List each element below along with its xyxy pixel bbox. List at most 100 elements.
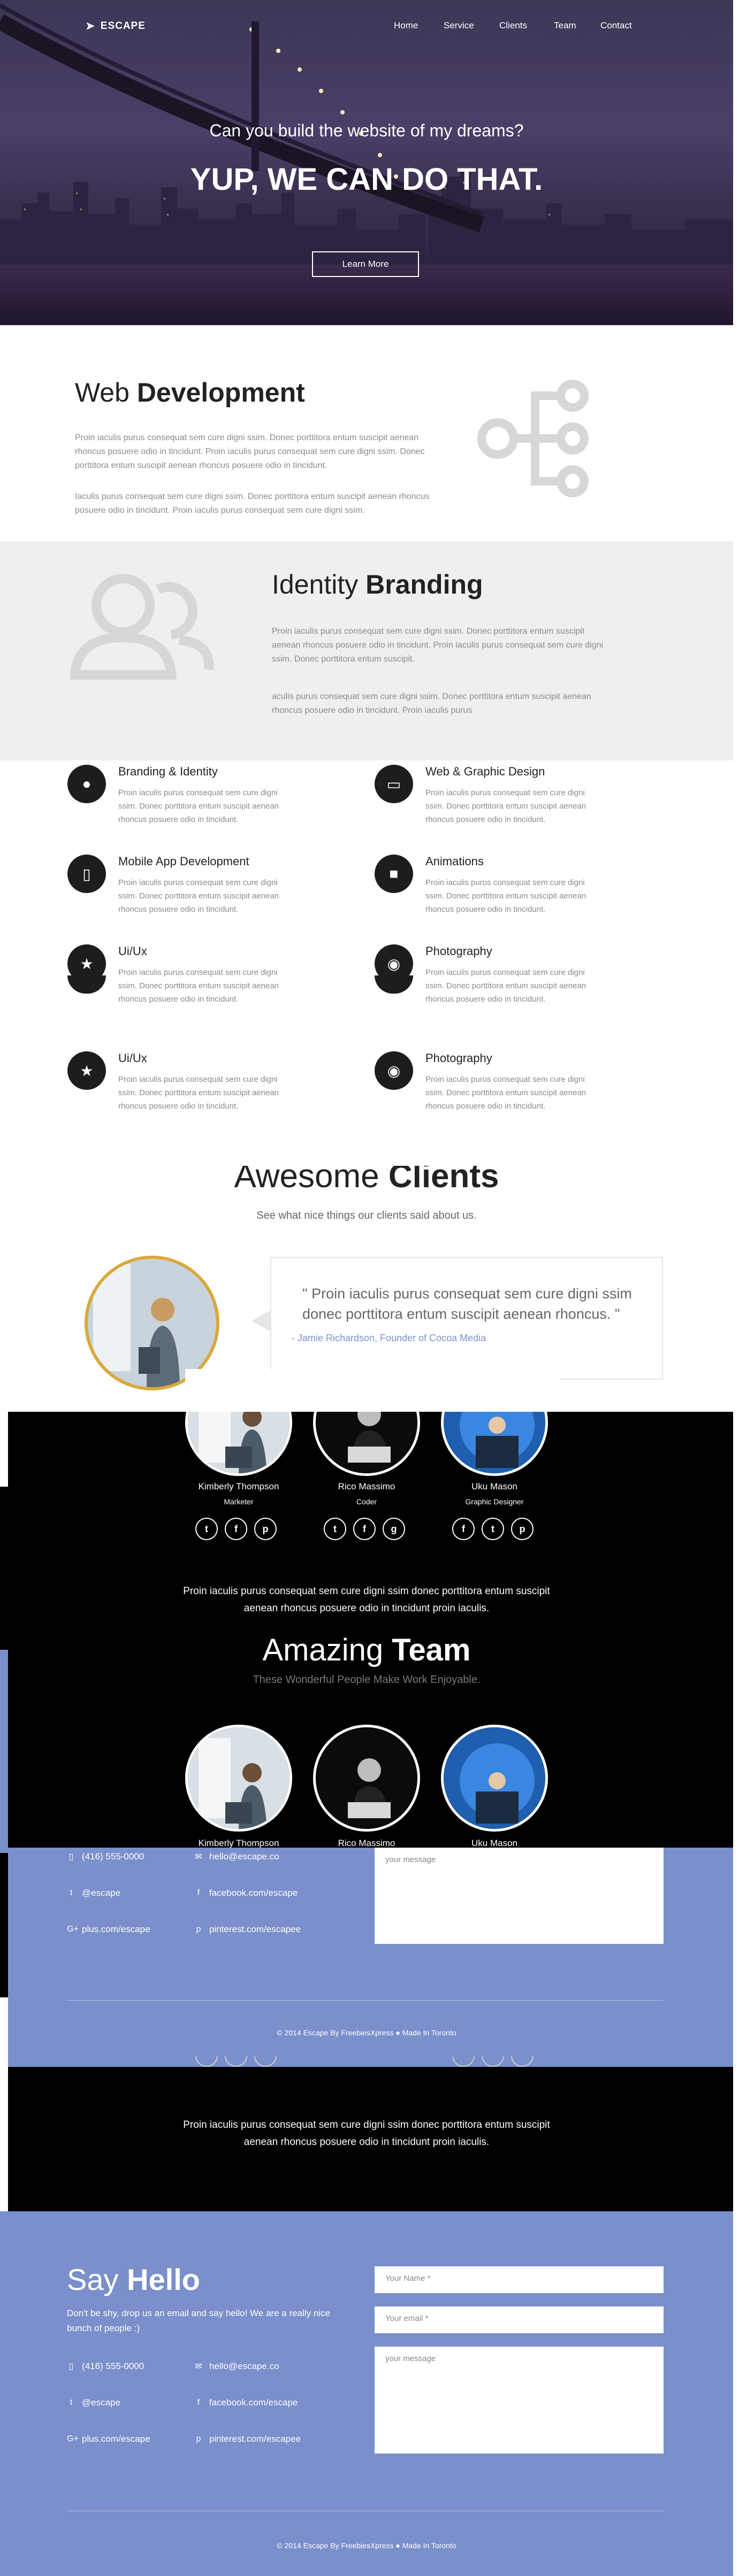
social-circle: [511, 2056, 534, 2067]
twitter-text: @escape: [82, 1888, 121, 1898]
contact-title-light: Say: [67, 2263, 119, 2296]
twitter-icon[interactable]: t: [482, 1518, 504, 1540]
pinterest-icon[interactable]: p: [254, 1518, 277, 1540]
gplus-text: plus.com/escape: [82, 2434, 150, 2444]
nav-home[interactable]: Home: [394, 20, 418, 31]
contact-title: Say Hello: [67, 2262, 200, 2297]
team-name: Kimberly Thompson: [198, 1481, 279, 1491]
twitter-icon[interactable]: t: [195, 1518, 218, 1540]
users-icon: [70, 574, 214, 680]
branding-para-1: Proin iaculis purus consequat sem cure d…: [272, 627, 604, 664]
contact-facebook[interactable]: f facebook.com/escape: [194, 2397, 298, 2408]
person-icon: ●: [67, 765, 106, 803]
team-para-line-2: aenean rhoncus posuere odio in tincidunt…: [243, 1603, 490, 1614]
facebook-icon[interactable]: f: [452, 1518, 475, 1540]
team-name: Rico Massimo: [338, 1838, 395, 1848]
service-title: Ui/Ux: [118, 1051, 147, 1065]
team-photo-rico: [313, 1725, 420, 1832]
contact-pinterest[interactable]: p pinterest.com/escapee: [194, 1924, 301, 1935]
name-field[interactable]: Your Name *: [375, 2266, 664, 2293]
logo[interactable]: ➤ ESCAPE: [86, 19, 146, 33]
team-photo-uku: [441, 1725, 548, 1832]
service-title: Photography: [425, 944, 492, 958]
team-name: Rico Massimo: [338, 1481, 395, 1491]
pinterest-icon[interactable]: p: [511, 1518, 534, 1540]
service-desc: Proin iaculis purus consequat sem cure d…: [118, 968, 279, 1004]
team-role: Marketer: [224, 1497, 254, 1506]
contact-email[interactable]: ✉ hello@escape.co: [194, 2361, 279, 2372]
facebook-icon: f: [197, 1888, 200, 1897]
phone-text: (416) 555-0000: [82, 2361, 144, 2371]
nav-team[interactable]: Team: [554, 20, 576, 31]
email-text: hello@escape.co: [209, 1851, 279, 1862]
pinterest-text: pinterest.com/escapee: [209, 2434, 301, 2444]
message-textarea[interactable]: your message: [375, 2347, 664, 2454]
pinterest-icon: p: [196, 1925, 201, 1934]
phone-icon: ▯: [68, 1852, 74, 1862]
nav-service[interactable]: Service: [444, 20, 474, 31]
nav-clients[interactable]: Clients: [499, 20, 527, 31]
logo-text: ESCAPE: [100, 20, 146, 32]
service-desc: Proin iaculis purus consequat sem cure d…: [425, 788, 586, 824]
team-para-line-1: Proin iaculis purus consequat sem cure d…: [183, 2119, 550, 2131]
service-desc: Proin iaculis purus consequat sem cure d…: [118, 788, 279, 824]
footer-divider: [67, 2000, 664, 2001]
service-title: Animations: [425, 855, 484, 868]
team-name: Kimberly Thompson: [198, 1838, 279, 1848]
twitter-icon[interactable]: t: [324, 1518, 346, 1540]
facebook-icon[interactable]: f: [353, 1518, 376, 1540]
team-para-line-1: Proin iaculis purus consequat sem cure d…: [183, 1586, 550, 1597]
quote-pointer: [252, 1310, 271, 1332]
service-desc: Proin iaculis purus consequat sem cure d…: [118, 1075, 279, 1111]
pinterest-text: pinterest.com/escapee: [209, 1924, 301, 1934]
google-plus-icon[interactable]: g: [383, 1518, 405, 1540]
webdev-para-1: Proin iaculis purus consequat sem cure d…: [75, 433, 425, 470]
service-item: ▭ Web & Graphic Design Proin iaculis pur…: [375, 765, 599, 845]
client-photo: [88, 1259, 216, 1387]
mobile-icon: ▯: [67, 855, 106, 893]
video-icon: ■: [375, 855, 413, 893]
clients-title-bold: Clients: [388, 1166, 499, 1193]
message-textarea[interactable]: your message: [375, 1848, 664, 1944]
webdev-title-bold: Development: [136, 378, 305, 407]
contact-phone[interactable]: ▯ (416) 555-0000: [67, 2361, 144, 2372]
service-item: ▯ Mobile App Development Proin iaculis p…: [67, 855, 292, 935]
learn-more-button[interactable]: Learn More: [312, 251, 419, 277]
service-item: ● Branding & Identity Proin iaculis puru…: [67, 765, 292, 845]
service-item: ■ Animations Proin iaculis purus consequ…: [375, 855, 599, 935]
facebook-icon: f: [197, 2398, 200, 2407]
team-subtitle: These Wonderful People Make Work Enjoyab…: [253, 1674, 481, 1686]
service-title: Mobile App Development: [118, 855, 249, 868]
google-plus-icon: G+: [67, 1925, 79, 1934]
contact-title-bold: Hello: [127, 2263, 200, 2296]
twitter-icon: t: [70, 2398, 73, 2407]
contact-twitter[interactable]: t @escape: [67, 2397, 120, 2408]
hero-section: ➤ ESCAPE Home Service Clients Team Conta…: [0, 0, 733, 325]
browser-icon: ▭: [375, 765, 413, 803]
email-text: hello@escape.co: [209, 2361, 279, 2371]
hero-subtitle: Can you build the website of my dreams?: [209, 121, 524, 140]
contact-twitter[interactable]: t @escape: [67, 1888, 120, 1898]
facebook-icon[interactable]: f: [225, 1518, 247, 1540]
testimonial-author[interactable]: - Jamie Richardson, Founder of Cocoa Med…: [292, 1333, 486, 1344]
team-name: Uku Mason: [471, 1838, 517, 1848]
camera-icon: ◉: [375, 1051, 413, 1090]
webdev-title: Web Development: [75, 377, 305, 408]
contact-facebook[interactable]: f facebook.com/escape: [194, 1888, 298, 1898]
contact-gplus[interactable]: G+ plus.com/escape: [67, 2434, 150, 2444]
star-icon: ★: [67, 1051, 106, 1090]
contact-phone[interactable]: ▯ (416) 555-0000: [67, 1851, 144, 1862]
service-title: Web & Graphic Design: [425, 765, 545, 778]
sitemap-icon: [477, 380, 589, 497]
team-photo-kimberly: [185, 1725, 292, 1832]
hero-title: YUP, WE CAN DO THAT.: [190, 162, 543, 197]
email-field[interactable]: Your email *: [375, 2306, 664, 2333]
service-desc: Proin iaculis purus consequat sem cure d…: [425, 1075, 586, 1111]
nav-contact[interactable]: Contact: [600, 20, 632, 31]
team-title-light: Amazing: [262, 1633, 384, 1667]
contact-email[interactable]: ✉ hello@escape.co: [194, 1851, 279, 1862]
contact-gplus[interactable]: G+ plus.com/escape: [67, 1924, 150, 1935]
copyright: © 2014 Escape By FreebiesXpress ● Made I…: [277, 2028, 456, 2037]
phone-text: (416) 555-0000: [82, 1851, 144, 1862]
contact-pinterest[interactable]: p pinterest.com/escapee: [194, 2434, 301, 2444]
